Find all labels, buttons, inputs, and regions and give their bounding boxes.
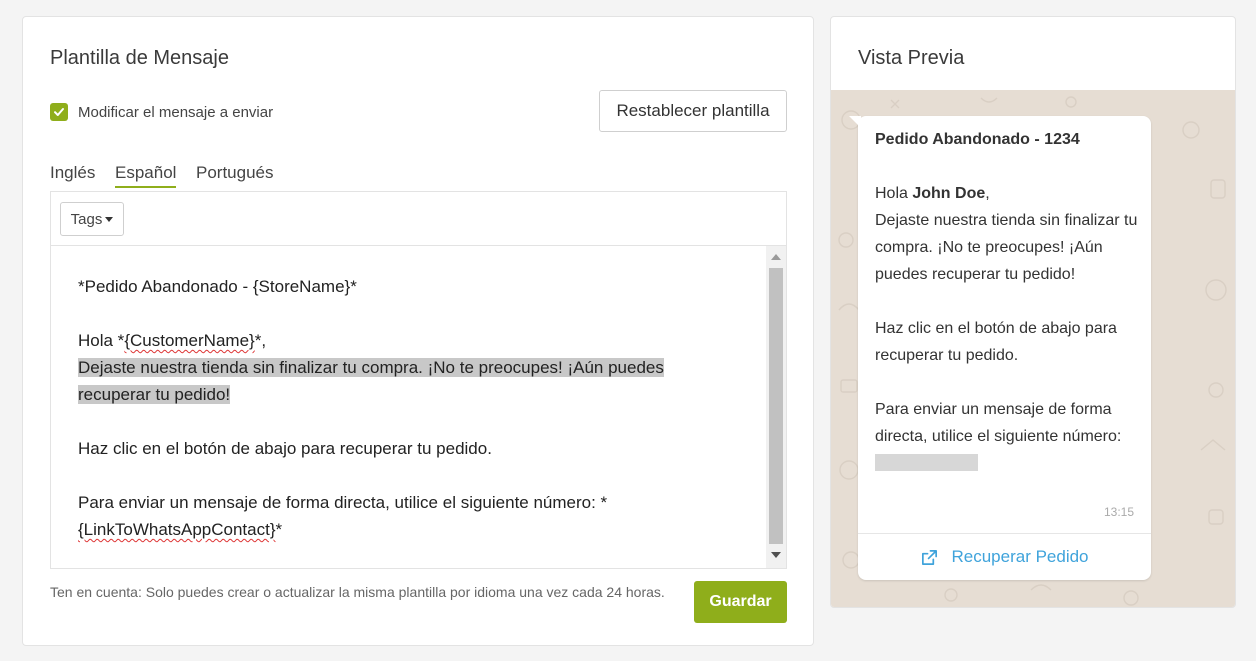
- message-bubble: Pedido Abandonado - 1234 Hola John Doe, …: [849, 116, 1151, 580]
- customer-name-tag: {CustomerName}: [124, 331, 255, 350]
- tags-label: Tags: [70, 210, 103, 228]
- editor-line-direct: Para enviar un mensaje de forma directa,…: [78, 493, 608, 539]
- update-limit-note: Ten en cuenta: Solo puedes crear o actua…: [50, 584, 665, 600]
- scroll-down-arrow-icon[interactable]: [771, 552, 781, 558]
- template-title: Plantilla de Mensaje: [50, 47, 229, 69]
- editor-line-greeting: Hola *{CustomerName}*,: [78, 331, 267, 350]
- tab-portugues[interactable]: Portugués: [196, 163, 274, 186]
- message-editor: Tags *Pedido Abandonado - {StoreName}* H…: [50, 191, 787, 569]
- preview-card: Vista Previa Pedido Abandonado - 1234 Ho…: [830, 16, 1236, 608]
- editor-line-button: Haz clic en el botón de abajo para recup…: [78, 439, 492, 458]
- message-greeting: Hola John Doe,: [875, 185, 990, 202]
- message-paragraph-2: Haz clic en el botón de abajo para recup…: [875, 320, 1117, 364]
- editor-line-title: *Pedido Abandonado - {StoreName}*: [78, 277, 357, 296]
- preview-title: Vista Previa: [858, 47, 965, 69]
- tab-ingles[interactable]: Inglés: [50, 163, 95, 186]
- message-textarea[interactable]: *Pedido Abandonado - {StoreName}* Hola *…: [51, 246, 766, 568]
- save-button[interactable]: Guardar: [694, 581, 787, 623]
- editor-line-highlight: Dejaste nuestra tienda sin finalizar tu …: [78, 358, 664, 404]
- reset-template-button[interactable]: Restablecer plantilla: [599, 90, 787, 132]
- scroll-thumb[interactable]: [769, 268, 783, 544]
- checkmark-icon: [54, 108, 64, 116]
- customer-name: John Doe: [912, 185, 986, 202]
- modify-message-label[interactable]: Modificar el mensaje a enviar: [78, 104, 273, 121]
- chat-preview-area: Pedido Abandonado - 1234 Hola John Doe, …: [831, 90, 1235, 607]
- recover-order-label: Recuperar Pedido: [951, 547, 1089, 566]
- external-link-icon: [922, 549, 938, 565]
- message-text: Pedido Abandonado - 1234 Hola John Doe, …: [875, 126, 1140, 477]
- message-paragraph-3: Para enviar un mensaje de forma directa,…: [875, 396, 1140, 477]
- whatsapp-link-tag: {LinkToWhatsAppContact}: [78, 520, 276, 539]
- tab-espanol[interactable]: Español: [115, 163, 177, 188]
- modify-message-checkbox[interactable]: [50, 103, 68, 121]
- message-heading: Pedido Abandonado - 1234: [875, 131, 1080, 148]
- redacted-phone-number: [875, 454, 978, 471]
- message-paragraph-1: Dejaste nuestra tienda sin finalizar tu …: [875, 212, 1138, 283]
- recover-order-link[interactable]: Recuperar Pedido: [858, 534, 1151, 580]
- caret-down-icon: [105, 217, 114, 223]
- scroll-up-arrow-icon[interactable]: [771, 254, 781, 260]
- editor-scrollbar[interactable]: [766, 246, 786, 568]
- template-card: Plantilla de Mensaje Modificar el mensaj…: [22, 16, 814, 646]
- tags-dropdown-button[interactable]: Tags: [60, 202, 124, 236]
- message-timestamp: 13:15: [1103, 505, 1134, 519]
- editor-toolbar: Tags: [51, 192, 786, 246]
